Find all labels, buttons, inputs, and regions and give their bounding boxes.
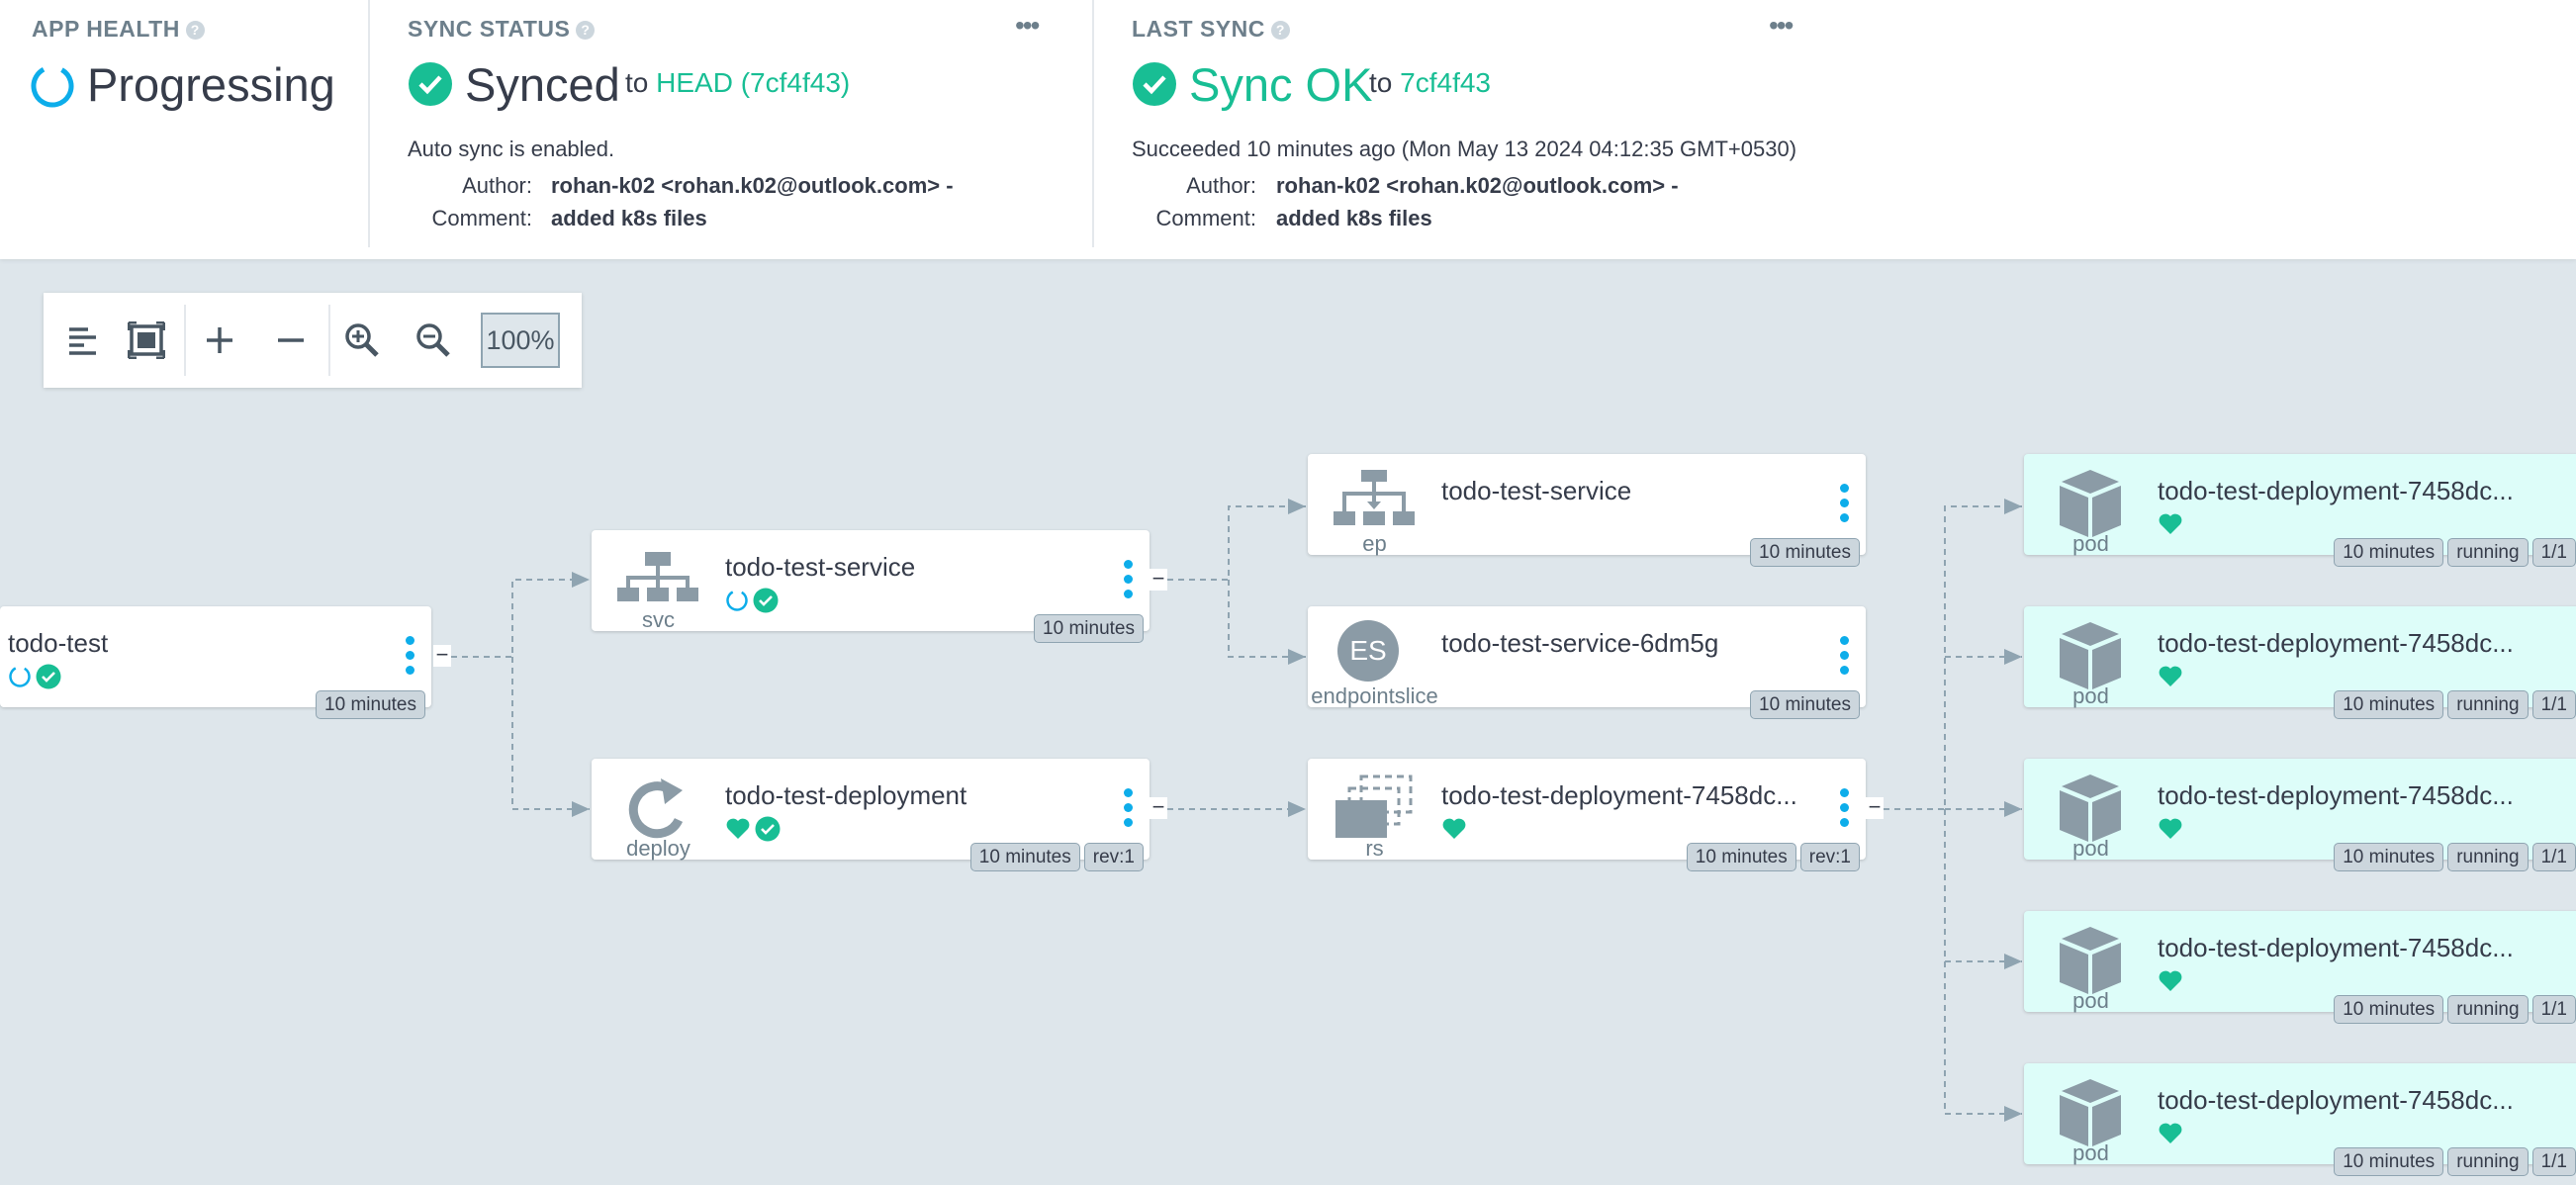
node-menu-icon[interactable] xyxy=(406,636,414,678)
pod-state-badge: running xyxy=(2447,843,2529,871)
collapse-toggle[interactable]: − xyxy=(433,644,451,667)
node-kind: pod xyxy=(2072,684,2109,708)
age-badge: 10 minutes xyxy=(1686,843,1796,871)
ready-count-badge: 1/1 xyxy=(2531,538,2576,567)
pod-state-badge: running xyxy=(2447,995,2529,1024)
deploy-node-todo-test-deployment[interactable]: deploy todo-test-deployment 10 minutes r… xyxy=(592,759,1167,871)
pod-node[interactable]: pod todo-test-deployment-7458dc... 10 mi… xyxy=(2024,911,2576,1024)
endpointslice-icon: ES xyxy=(1337,620,1399,682)
progressing-icon xyxy=(9,666,31,687)
age-badge: 10 minutes xyxy=(969,843,1080,871)
endpointslice-node-todo-test-service-6dm5g[interactable]: ES endpointslice todo-test-service-6dm5g… xyxy=(1308,606,1866,719)
collapse-toggle[interactable]: − xyxy=(1866,796,1884,819)
node-menu-icon[interactable] xyxy=(1124,560,1133,601)
node-kind: pod xyxy=(2072,531,2109,556)
node-kind: pod xyxy=(2072,1140,2109,1165)
node-status xyxy=(2158,968,2183,994)
node-name: todo-test-deployment-7458dc... xyxy=(2158,1085,2514,1115)
node-kind: ep xyxy=(1362,531,1387,556)
synced-check-icon xyxy=(753,588,779,613)
age-badge: 10 minutes xyxy=(316,690,425,719)
pod-node[interactable]: pod todo-test-deployment-7458dc... 10 mi… xyxy=(2024,1063,2576,1176)
pod-state-badge: running xyxy=(2447,538,2529,567)
node-status xyxy=(1441,816,1467,842)
node-name: todo-test-deployment-7458dc... xyxy=(1441,780,1797,810)
node-menu-icon[interactable] xyxy=(1840,788,1849,830)
ready-count-badge: 1/1 xyxy=(2531,1147,2576,1176)
pod-node[interactable]: pod todo-test-deployment-7458dc... 10 mi… xyxy=(2024,454,2576,567)
progressing-icon xyxy=(726,590,748,611)
node-name: todo-test-service-6dm5g xyxy=(1441,628,1719,658)
node-kind: pod xyxy=(2072,836,2109,861)
node-name: todo-test-deployment-7458dc... xyxy=(2158,476,2514,505)
age-badge: 10 minutes xyxy=(1750,690,1860,719)
node-status xyxy=(8,664,61,689)
pod-state-badge: running xyxy=(2447,690,2529,719)
collapse-toggle[interactable]: − xyxy=(1150,568,1167,591)
node-kind: endpointslice xyxy=(1311,684,1438,708)
rs-node-todo-test-deployment[interactable]: rs todo-test-deployment-7458dc... 10 min… xyxy=(1308,759,1884,871)
node-name: todo-test xyxy=(8,628,109,658)
node-name: todo-test-deployment-7458dc... xyxy=(2158,780,2514,810)
node-name: todo-test-service xyxy=(1441,476,1632,505)
pod-node[interactable]: pod todo-test-deployment-7458dc... 10 mi… xyxy=(2024,759,2576,871)
node-status xyxy=(725,588,779,613)
pod-node[interactable]: pod todo-test-deployment-7458dc... 10 mi… xyxy=(2024,606,2576,719)
age-badge: 10 minutes xyxy=(2334,538,2444,567)
node-menu-icon[interactable] xyxy=(1840,484,1849,525)
node-menu-icon[interactable] xyxy=(1124,788,1133,830)
node-name: todo-test-deployment-7458dc... xyxy=(2158,628,2514,658)
healthy-heart-icon xyxy=(2159,1123,2182,1143)
age-badge: 10 minutes xyxy=(1750,538,1860,567)
revision-badge: rev:1 xyxy=(1799,843,1860,871)
age-badge: 10 minutes xyxy=(1034,614,1144,643)
node-name: todo-test-deployment xyxy=(725,780,967,810)
node-kind: deploy xyxy=(626,836,690,861)
healthy-heart-icon xyxy=(1442,818,1466,839)
node-status xyxy=(2158,664,2183,689)
node-kind: rs xyxy=(1365,836,1384,861)
node-status xyxy=(725,816,781,842)
node-status xyxy=(2158,816,2183,842)
synced-check-icon xyxy=(755,816,781,842)
age-badge: 10 minutes xyxy=(2334,995,2444,1024)
age-badge: 10 minutes xyxy=(2334,1147,2444,1176)
age-badge: 10 minutes xyxy=(2334,843,2444,871)
healthy-heart-icon xyxy=(2159,666,2182,686)
healthy-heart-icon xyxy=(2159,970,2182,991)
healthy-heart-icon xyxy=(2159,513,2182,534)
ready-count-badge: 1/1 xyxy=(2531,843,2576,871)
ep-node-todo-test-service[interactable]: ep todo-test-service 10 minutes xyxy=(1308,454,1866,567)
node-name: todo-test-deployment-7458dc... xyxy=(2158,933,2514,962)
healthy-heart-icon xyxy=(2159,818,2182,839)
synced-check-icon xyxy=(36,664,61,689)
node-status xyxy=(2158,511,2183,537)
node-status xyxy=(2158,1121,2183,1146)
healthy-heart-icon xyxy=(726,818,750,839)
node-kind: pod xyxy=(2072,988,2109,1013)
age-badge: 10 minutes xyxy=(2334,690,2444,719)
app-node-todo-test[interactable]: todo-test 10 minutes − xyxy=(0,606,451,719)
node-kind: svc xyxy=(642,607,675,632)
pod-state-badge: running xyxy=(2447,1147,2529,1176)
svc-node-todo-test-service[interactable]: svc todo-test-service 10 minutes − xyxy=(592,530,1167,643)
node-menu-icon[interactable] xyxy=(1840,636,1849,678)
collapse-toggle[interactable]: − xyxy=(1150,796,1167,819)
node-name: todo-test-service xyxy=(725,552,916,582)
ready-count-badge: 1/1 xyxy=(2531,995,2576,1024)
ready-count-badge: 1/1 xyxy=(2531,690,2576,719)
revision-badge: rev:1 xyxy=(1083,843,1144,871)
